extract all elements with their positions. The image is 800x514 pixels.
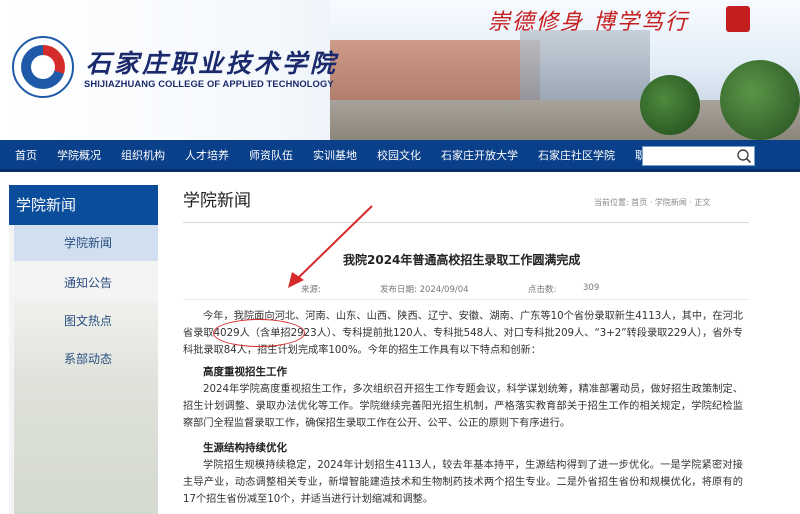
annotation-circle: [213, 319, 305, 347]
article-title: 我院2024年普通高校招生录取工作圆满完成: [343, 253, 581, 267]
sidebar-item-college-news[interactable]: 学院新闻: [14, 225, 158, 261]
school-logo-core: [31, 55, 55, 79]
breadcrumb: 当前位置: 首页 · 学院新闻 · 正文: [594, 198, 711, 207]
sidebar-title: 学院新闻: [9, 185, 158, 225]
article-views-label: 点击数:: [528, 285, 557, 295]
nav-item-education[interactable]: 人才培养: [175, 147, 239, 163]
nav-item-home[interactable]: 首页: [0, 147, 47, 163]
article-paragraph: 学院招生规模持续稳定，2024年计划招生4113人，较去年基本持平，生源结构得到…: [183, 460, 743, 505]
school-name: 石家庄职业技术学院: [86, 49, 339, 78]
nav-item-open-university[interactable]: 石家庄开放大学: [431, 147, 528, 163]
sidebar-item-photo-highlights[interactable]: 图文热点: [14, 303, 158, 339]
article-views: 309: [583, 283, 600, 293]
nav-item-training-base[interactable]: 实训基地: [303, 147, 367, 163]
school-name-english: SHIJIAZHUANG COLLEGE OF APPLIED TECHNOLO…: [84, 78, 334, 89]
article-source: 来源:: [301, 285, 321, 295]
seal-icon: [726, 6, 750, 32]
nav-item-community-college[interactable]: 石家庄社区学院: [528, 147, 625, 163]
nav-item-overview[interactable]: 学院概况: [47, 147, 111, 163]
nav-item-organization[interactable]: 组织机构: [111, 147, 175, 163]
nav-item-campus-culture[interactable]: 校园文化: [367, 147, 431, 163]
header-photo-tree: [720, 60, 800, 140]
school-motto: 崇德修身 博学笃行: [488, 10, 689, 35]
article-heading: 生源结构持续优化: [203, 442, 287, 454]
sidebar-item-notices[interactable]: 通知公告: [14, 265, 158, 301]
article-heading: 高度重视招生工作: [203, 366, 287, 378]
article-date: 发布日期: 2024/09/04: [380, 285, 469, 295]
divider: [183, 222, 749, 223]
header-photo-tree: [640, 75, 700, 135]
article-paragraph: 2024年学院高度重视招生工作，多次组织召开招生工作专题会议，科学谋划统筹，精准…: [183, 384, 743, 429]
divider: [183, 299, 749, 300]
nav-item-faculty[interactable]: 师资队伍: [239, 147, 303, 163]
page-title: 学院新闻: [183, 191, 251, 211]
header-photo-building: [520, 30, 650, 100]
sidebar-item-department-news[interactable]: 系部动态: [14, 341, 158, 377]
search-icon[interactable]: [736, 148, 752, 164]
